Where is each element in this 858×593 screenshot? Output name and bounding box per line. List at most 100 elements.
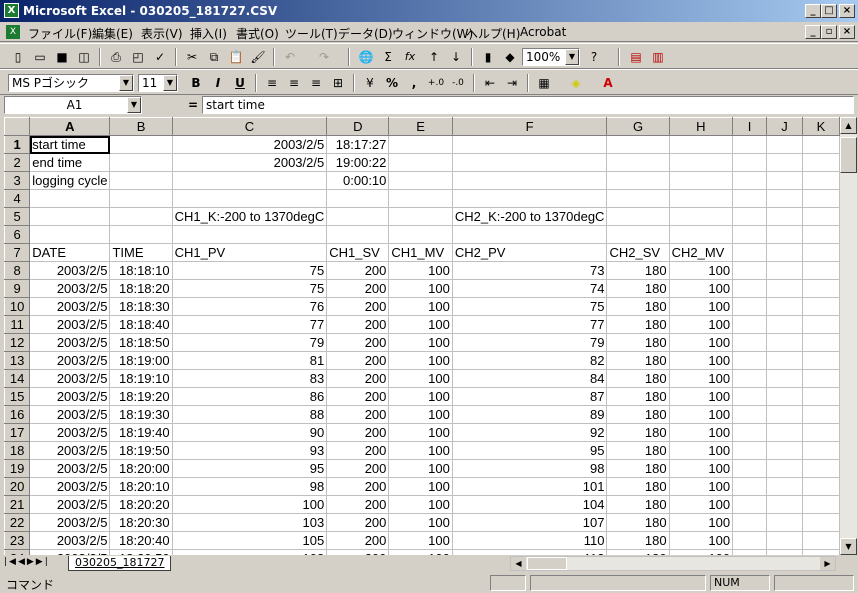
cell[interactable]	[606, 153, 670, 172]
cell[interactable]	[732, 207, 768, 226]
cell[interactable]	[732, 369, 768, 388]
cell[interactable]	[732, 405, 768, 424]
cell[interactable]	[668, 189, 734, 208]
cell[interactable]: 2003/2/5	[171, 153, 328, 172]
cell[interactable]: 75	[171, 261, 328, 280]
print-preview-icon[interactable]: ◰	[128, 48, 148, 66]
cell[interactable]: 180	[606, 297, 670, 316]
cut-icon[interactable]: ✂	[182, 48, 202, 66]
pdf-email-icon[interactable]: ▥	[648, 48, 668, 66]
cell[interactable]: 200	[326, 513, 390, 532]
cell[interactable]: 82	[451, 351, 608, 370]
cell[interactable]: 200	[326, 495, 390, 514]
cell[interactable]	[388, 153, 453, 172]
scroll-down-icon[interactable]: ▼	[840, 538, 857, 555]
cell[interactable]: 100	[388, 549, 453, 555]
doc-minimize-button[interactable]: _	[805, 25, 821, 39]
cell[interactable]	[801, 405, 840, 424]
cell[interactable]	[766, 495, 803, 514]
cell[interactable]	[451, 225, 608, 244]
cell[interactable]: 73	[451, 261, 608, 280]
row-header[interactable]: 6	[4, 225, 31, 244]
column-header-h[interactable]: H	[668, 117, 734, 136]
cell[interactable]	[606, 225, 670, 244]
cell[interactable]: 77	[451, 315, 608, 334]
column-header-b[interactable]: B	[109, 117, 173, 136]
cell[interactable]	[606, 207, 670, 226]
cell[interactable]	[732, 189, 768, 208]
menu-tools[interactable]: ツール(T)	[285, 25, 338, 42]
cell[interactable]	[766, 477, 803, 496]
cell[interactable]: 200	[326, 459, 390, 478]
sort-descending-icon[interactable]: ↓	[446, 48, 466, 66]
undo-icon[interactable]: ↶	[280, 48, 300, 66]
cell[interactable]	[801, 423, 840, 442]
cell[interactable]: 180	[606, 387, 670, 406]
cell[interactable]	[388, 135, 453, 154]
cell[interactable]	[766, 531, 803, 550]
sort-ascending-icon[interactable]: ↑	[424, 48, 444, 66]
cell[interactable]: 2003/2/5	[29, 261, 111, 280]
cell[interactable]: 200	[326, 423, 390, 442]
cell[interactable]: start time	[29, 135, 111, 154]
scroll-right-icon[interactable]: ▶	[820, 557, 835, 570]
cell[interactable]: 100	[668, 333, 734, 352]
cell[interactable]: 2003/2/5	[29, 315, 111, 334]
italic-button[interactable]: I	[208, 74, 228, 92]
doc-close-button[interactable]: ×	[839, 25, 855, 39]
cell[interactable]: 2003/2/5	[29, 495, 111, 514]
cell[interactable]: 79	[451, 333, 608, 352]
chevron-down-icon[interactable]: ▼	[119, 75, 133, 91]
cell[interactable]: 100	[668, 261, 734, 280]
cell[interactable]: 107	[451, 513, 608, 532]
cell[interactable]: 108	[171, 549, 328, 555]
cell[interactable]: 180	[606, 369, 670, 388]
cell[interactable]: 18:19:30	[109, 405, 173, 424]
cell[interactable]: 100	[668, 315, 734, 334]
row-header[interactable]: 3	[4, 171, 31, 190]
cell[interactable]: 200	[326, 315, 390, 334]
cell[interactable]: 100	[171, 495, 328, 514]
column-header-f[interactable]: F	[451, 117, 608, 136]
cell[interactable]	[801, 441, 840, 460]
borders-icon[interactable]: ▦	[534, 74, 554, 92]
select-all-corner[interactable]	[4, 117, 31, 136]
cell[interactable]	[766, 351, 803, 370]
cell[interactable]: 180	[606, 495, 670, 514]
cell[interactable]	[732, 495, 768, 514]
row-header[interactable]: 16	[4, 405, 31, 424]
cell[interactable]: 18:20:10	[109, 477, 173, 496]
cell[interactable]	[732, 549, 768, 555]
cell[interactable]: 18:20:00	[109, 459, 173, 478]
cell[interactable]: 180	[606, 441, 670, 460]
chart-wizard-icon[interactable]: ▮	[478, 48, 498, 66]
cell[interactable]: 18:19:50	[109, 441, 173, 460]
cell[interactable]	[109, 135, 173, 154]
chevron-down-icon[interactable]: ▼	[565, 49, 579, 65]
cell[interactable]	[668, 225, 734, 244]
cell[interactable]	[668, 171, 734, 190]
cell[interactable]	[171, 171, 328, 190]
cell[interactable]	[606, 189, 670, 208]
cell[interactable]: 100	[388, 405, 453, 424]
cell[interactable]: 200	[326, 279, 390, 298]
cell[interactable]	[766, 243, 803, 262]
cell[interactable]: 2003/2/5	[171, 135, 328, 154]
cell[interactable]: 83	[171, 369, 328, 388]
menu-view[interactable]: 表示(V)	[141, 25, 183, 42]
cell[interactable]: 200	[326, 441, 390, 460]
row-header[interactable]: 20	[4, 477, 31, 496]
comma-button[interactable]: ,	[404, 74, 424, 92]
cell[interactable]: 81	[171, 351, 328, 370]
cell[interactable]: 180	[606, 279, 670, 298]
cell[interactable]: 100	[668, 423, 734, 442]
cell[interactable]	[732, 153, 768, 172]
row-header[interactable]: 24	[4, 549, 31, 555]
font-size-select[interactable]: 11 ▼	[138, 74, 178, 92]
chevron-down-icon[interactable]: ▼	[163, 75, 177, 91]
cell[interactable]: 100	[668, 513, 734, 532]
cell[interactable]: 95	[451, 441, 608, 460]
cell[interactable]: CH1_K:-200 to 1370degC	[171, 207, 328, 226]
cell[interactable]: 100	[668, 387, 734, 406]
zoom-select[interactable]: 100% ▼	[522, 48, 580, 66]
